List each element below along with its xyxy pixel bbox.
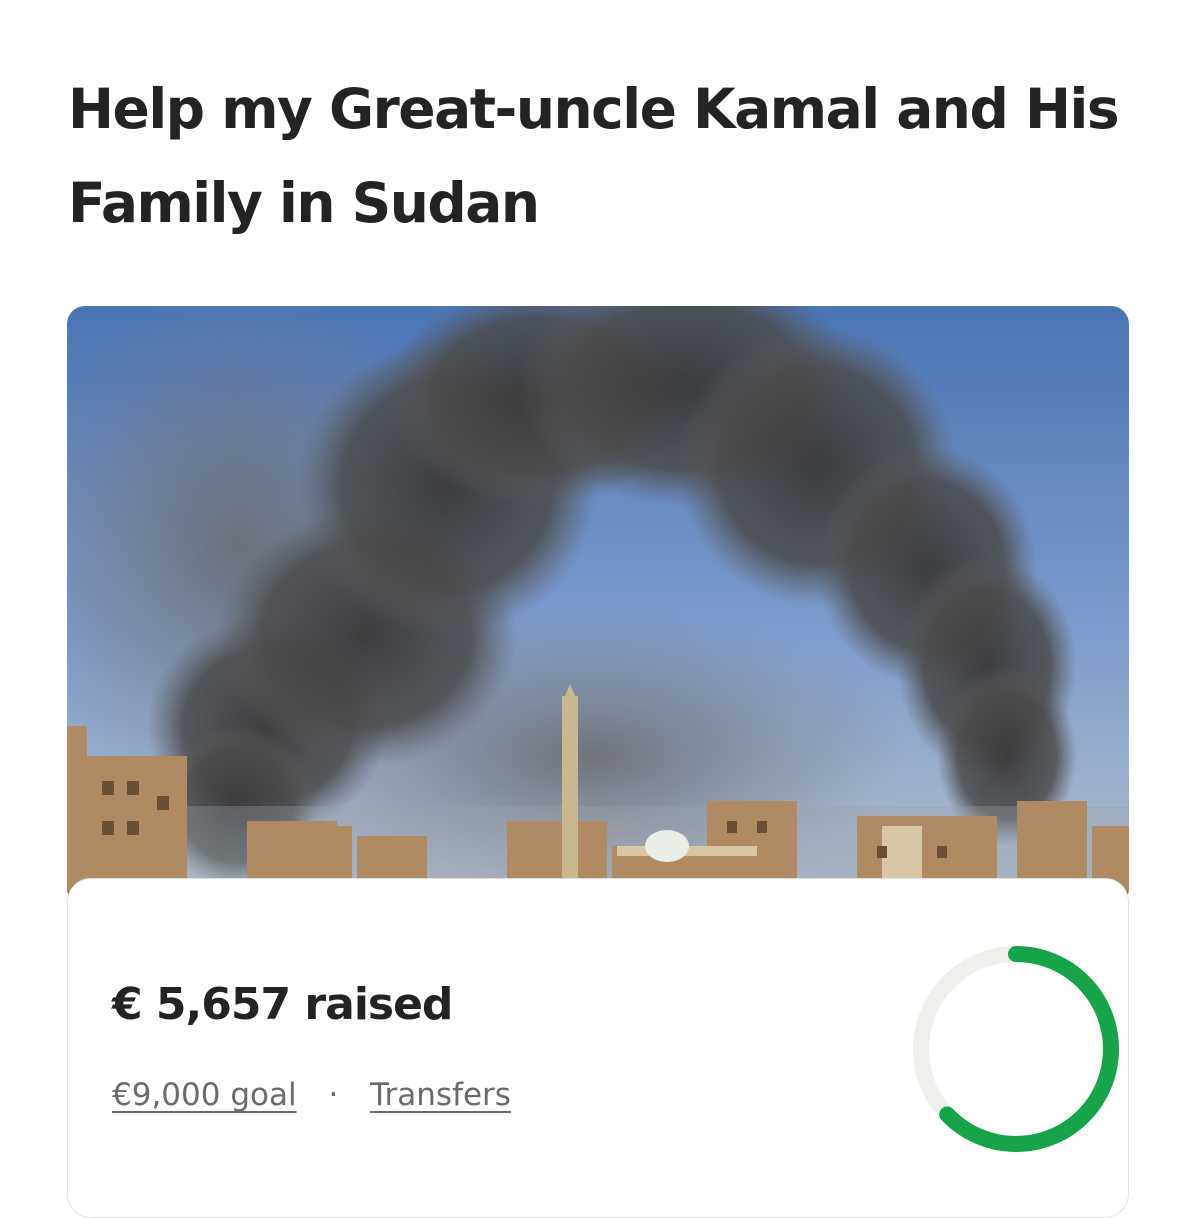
goal-meta-row: €9,000 goal · Transfers bbox=[112, 1077, 511, 1113]
campaign-hero-image bbox=[67, 306, 1129, 906]
progress-ring bbox=[913, 946, 1119, 1152]
transfers-link[interactable]: Transfers bbox=[370, 1077, 511, 1113]
meta-separator: · bbox=[328, 1077, 339, 1113]
donation-progress-card: € 5,657 raised €9,000 goal · Transfers bbox=[67, 878, 1129, 1218]
goal-link[interactable]: €9,000 goal bbox=[112, 1077, 297, 1113]
campaign-title: Help my Great-uncle Kamal and His Family… bbox=[68, 77, 1120, 235]
amount-raised: € 5,657 raised bbox=[112, 979, 453, 1030]
